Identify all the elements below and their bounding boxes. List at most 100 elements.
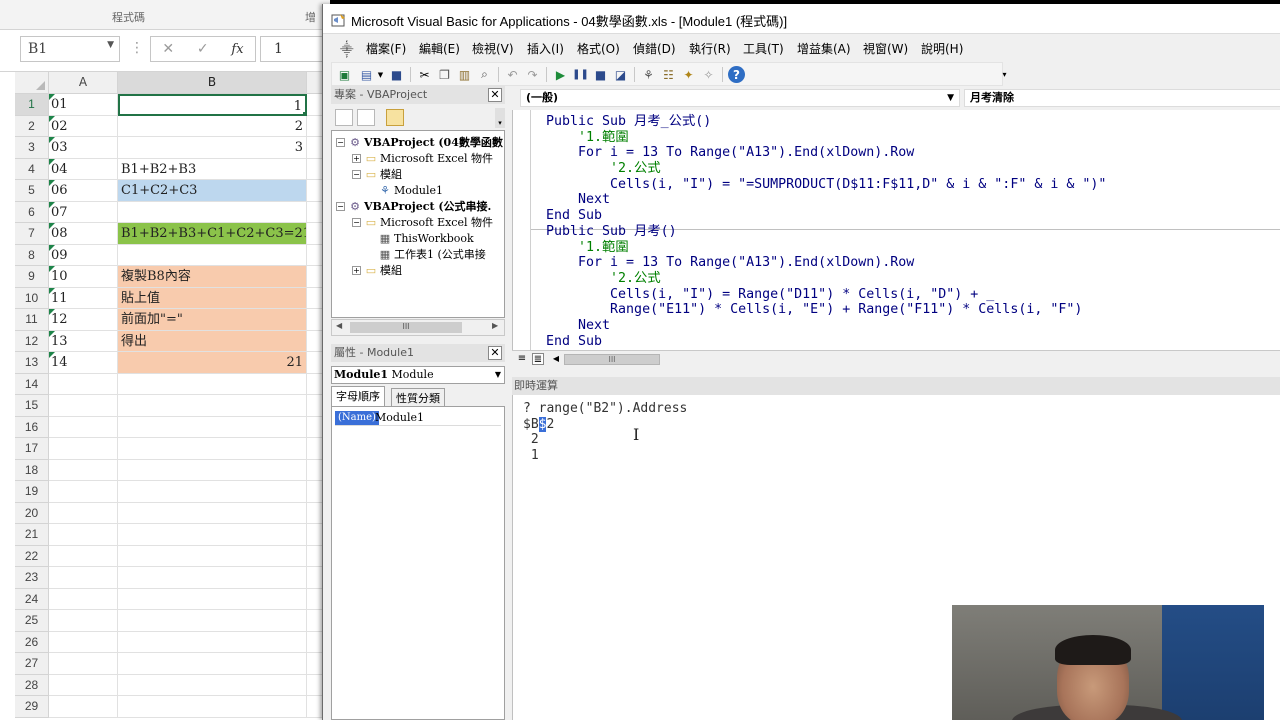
scroll-down-icon[interactable]: ▾ (495, 108, 505, 128)
full-module-view-icon[interactable]: ≣ (532, 353, 544, 365)
cell-a[interactable] (49, 653, 118, 675)
row-header[interactable]: 24 (15, 588, 49, 610)
code-hscrollbar[interactable]: ≡ ≣ ◀ III (512, 350, 1280, 367)
code-comment-line[interactable]: '2.公式 (546, 161, 1106, 177)
close-icon[interactable]: ✕ (488, 88, 502, 102)
row-header[interactable]: 20 (15, 502, 49, 524)
cell-b[interactable]: 前面加"=" (118, 309, 307, 331)
code-comment-line[interactable]: '1.範圍 (546, 130, 1106, 146)
cell-b[interactable]: C1+C2+C3 (118, 180, 307, 202)
code-line[interactable]: Cells(i, "I") = Range("D11") * Cells(i, … (546, 287, 1106, 303)
code-line[interactable]: Next (546, 318, 1106, 334)
cell-b[interactable] (118, 438, 307, 460)
row-header[interactable]: 18 (15, 459, 49, 481)
properties-window-icon[interactable]: ☷ (660, 66, 677, 83)
menu-item[interactable]: 工具(T) (743, 40, 784, 57)
tree-node[interactable]: ▦ 工作表1 (公式串接 (378, 247, 486, 263)
cell-b[interactable]: 得出 (118, 330, 307, 352)
row-header[interactable]: 29 (15, 696, 49, 718)
cell-b[interactable] (118, 502, 307, 524)
row-header[interactable]: 8 (15, 244, 49, 266)
run-icon[interactable]: ▶ (552, 66, 569, 83)
code-line[interactable]: End Sub (546, 334, 1106, 350)
cell-a[interactable]: 07 (49, 201, 118, 223)
view-excel-icon[interactable]: ▣ (336, 66, 353, 83)
collapse-icon[interactable]: − (352, 170, 361, 179)
property-row[interactable]: (Name) Module1 (335, 410, 501, 426)
project-explorer-icon[interactable]: ⚘ (640, 66, 657, 83)
scroll-left-icon[interactable]: ◀ (336, 321, 342, 330)
paste-icon[interactable]: ▥ (456, 66, 473, 83)
menu-item[interactable]: 格式(O) (577, 40, 620, 57)
column-header-a[interactable]: A (49, 72, 118, 94)
collapse-icon[interactable]: − (336, 202, 345, 211)
cell-b[interactable] (118, 674, 307, 696)
row-header[interactable]: 19 (15, 481, 49, 503)
select-all-button[interactable] (15, 72, 49, 94)
row-header[interactable]: 25 (15, 610, 49, 632)
row-header[interactable]: 9 (15, 266, 49, 288)
row-header[interactable]: 3 (15, 137, 49, 159)
project-hscrollbar[interactable]: ◀ III ▶ (331, 319, 505, 336)
chevron-down-icon[interactable]: ▼ (372, 66, 389, 83)
row-header[interactable]: 1 (15, 94, 49, 116)
menu-item[interactable]: 偵錯(D) (633, 40, 676, 57)
code-line[interactable]: Public Sub 月考_公式() (546, 114, 1106, 130)
cell-a[interactable]: 03 (49, 137, 118, 159)
copy-icon[interactable]: ❐ (436, 66, 453, 83)
expand-icon[interactable]: + (352, 266, 361, 275)
tab-categorized[interactable]: 性質分類 (391, 388, 445, 406)
row-header[interactable]: 21 (15, 524, 49, 546)
ribbon-group-code[interactable]: 程式碼 (112, 9, 145, 25)
cell-a[interactable] (49, 545, 118, 567)
menu-item[interactable]: 執行(R) (689, 40, 731, 57)
row-header[interactable]: 5 (15, 180, 49, 202)
cell-a[interactable]: 11 (49, 287, 118, 309)
menu-item[interactable]: 編輯(E) (419, 40, 460, 57)
view-code-icon[interactable] (335, 109, 353, 126)
object-browser-icon[interactable]: ✦ (680, 66, 697, 83)
cell-b[interactable] (118, 481, 307, 503)
property-value[interactable]: Module1 (375, 410, 424, 426)
cell-b[interactable] (118, 244, 307, 266)
cut-icon[interactable]: ✂ (416, 66, 433, 83)
collapse-icon[interactable]: − (352, 218, 361, 227)
cell-a[interactable] (49, 395, 118, 417)
procedure-select[interactable]: 月考清除 (964, 89, 1280, 107)
cell-a[interactable]: 14 (49, 352, 118, 374)
code-comment-line[interactable]: '2.公式 (546, 271, 1106, 287)
tree-node[interactable]: − ⚙ VBAProject (公式串接. (336, 199, 491, 215)
cell-a[interactable] (49, 438, 118, 460)
column-header-b[interactable]: B (118, 72, 307, 94)
menu-item[interactable]: 插入(I) (527, 40, 564, 57)
cell-a[interactable]: 13 (49, 330, 118, 352)
object-select[interactable]: (一般) ▼ (520, 89, 960, 107)
redo-icon[interactable]: ↷ (524, 66, 541, 83)
cell-b[interactable]: 2 (118, 115, 307, 137)
cell-a[interactable] (49, 481, 118, 503)
tree-node[interactable]: + ▭ 模組 (352, 263, 402, 279)
cell-b[interactable] (118, 545, 307, 567)
cell-a[interactable] (49, 610, 118, 632)
cell-b[interactable] (118, 395, 307, 417)
code-line[interactable]: Public Sub 月考() (546, 224, 1106, 240)
row-header[interactable]: 28 (15, 674, 49, 696)
cell-a[interactable]: 06 (49, 180, 118, 202)
cell-a[interactable]: 01 (49, 94, 118, 116)
undo-icon[interactable]: ↶ (504, 66, 521, 83)
cell-a[interactable] (49, 588, 118, 610)
scroll-left-icon[interactable]: ◀ (550, 353, 562, 365)
cell-b[interactable] (118, 416, 307, 438)
cancel-icon[interactable]: ✕ (162, 41, 174, 57)
menu-item[interactable]: 說明(H) (921, 40, 963, 57)
row-header[interactable]: 16 (15, 416, 49, 438)
row-header[interactable]: 10 (15, 287, 49, 309)
cell-b[interactable]: B1+B2+B3+C1+C2+C3=21 (118, 223, 307, 245)
cell-a[interactable] (49, 524, 118, 546)
view-object-icon[interactable] (357, 109, 375, 126)
row-header[interactable]: 6 (15, 201, 49, 223)
find-icon[interactable]: ⌕ (476, 66, 493, 83)
close-icon[interactable]: ✕ (488, 346, 502, 360)
row-header[interactable]: 22 (15, 545, 49, 567)
enter-icon[interactable]: ✓ (197, 41, 209, 57)
